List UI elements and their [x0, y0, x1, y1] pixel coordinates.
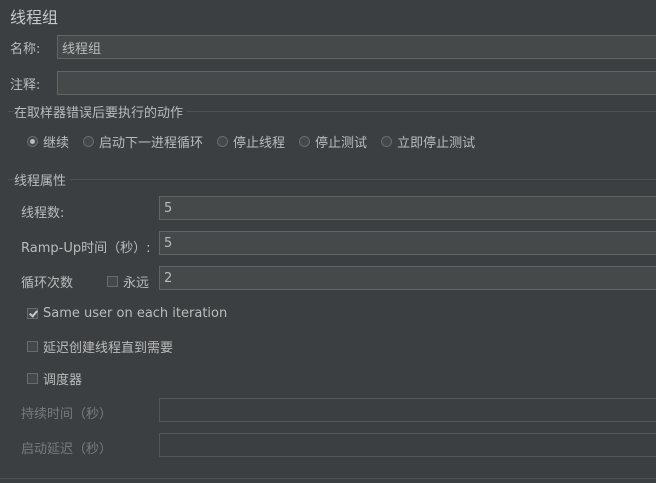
radio-stop-test-label: 停止测试 — [315, 136, 368, 151]
forever-checkbox[interactable]: 永远 — [107, 272, 149, 291]
radio-start-next-loop-indicator[interactable] — [83, 136, 95, 147]
radio-continue-indicator[interactable] — [27, 136, 38, 147]
name-label: 名称: — [10, 42, 41, 57]
delay-create-checkbox-box[interactable] — [27, 341, 38, 352]
comment-label: 注释: — [10, 78, 41, 93]
loop-count-input[interactable] — [159, 266, 656, 290]
delay-create-checkbox[interactable]: 延迟创建线程直到需要 — [27, 337, 173, 356]
scheduler-checkbox-box[interactable] — [27, 373, 38, 384]
radio-start-next-loop-label: 启动下一进程循环 — [99, 136, 204, 151]
comment-field[interactable] — [57, 71, 656, 95]
bottom-divider — [0, 478, 656, 479]
radio-continue-label: 继续 — [43, 136, 70, 151]
same-user-label: Same user on each iteration — [43, 306, 228, 321]
threads-label: 线程数: — [21, 206, 65, 221]
thread-props-group-border — [8, 179, 656, 180]
radio-stop-thread-indicator[interactable] — [217, 136, 229, 147]
threads-input[interactable] — [159, 196, 656, 220]
sampler-error-radio-group: 继续 启动下一进程循环 停止线程 停止测试 立即停止测试 — [27, 132, 475, 151]
startup-delay-input[interactable] — [159, 433, 656, 457]
rampup-input[interactable] — [159, 231, 656, 255]
thread-props-group-title: 线程属性 — [14, 170, 71, 189]
radio-stop-test[interactable]: 停止测试 — [299, 132, 367, 151]
forever-label: 永远 — [123, 276, 150, 291]
duration-input[interactable] — [159, 398, 656, 422]
radio-stop-test-indicator[interactable] — [299, 136, 311, 147]
rampup-label: Ramp-Up时间（秒）: — [21, 241, 151, 256]
delay-create-label: 延迟创建线程直到需要 — [43, 341, 174, 356]
forever-checkbox-box[interactable] — [107, 276, 118, 287]
sampler-error-group-title: 在取样器错误后要执行的动作 — [14, 102, 188, 121]
same-user-checkbox[interactable]: Same user on each iteration — [27, 306, 227, 321]
startup-delay-label: 启动延迟（秒） — [21, 442, 113, 457]
radio-stop-test-now-label: 立即停止测试 — [397, 136, 476, 151]
radio-continue[interactable]: 继续 — [27, 132, 69, 151]
name-field[interactable] — [57, 35, 656, 59]
radio-start-next-loop[interactable]: 启动下一进程循环 — [83, 132, 203, 151]
scheduler-checkbox[interactable]: 调度器 — [27, 369, 82, 388]
radio-stop-thread[interactable]: 停止线程 — [217, 132, 285, 151]
panel-title: 线程组 — [10, 8, 59, 27]
same-user-checkbox-box[interactable] — [27, 308, 38, 319]
radio-stop-test-now[interactable]: 立即停止测试 — [381, 132, 475, 151]
loop-count-label: 循环次数 — [21, 276, 74, 291]
radio-stop-thread-label: 停止线程 — [233, 136, 286, 151]
duration-label: 持续时间（秒） — [21, 407, 113, 422]
radio-stop-test-now-indicator[interactable] — [381, 136, 393, 147]
scheduler-label: 调度器 — [43, 373, 83, 388]
